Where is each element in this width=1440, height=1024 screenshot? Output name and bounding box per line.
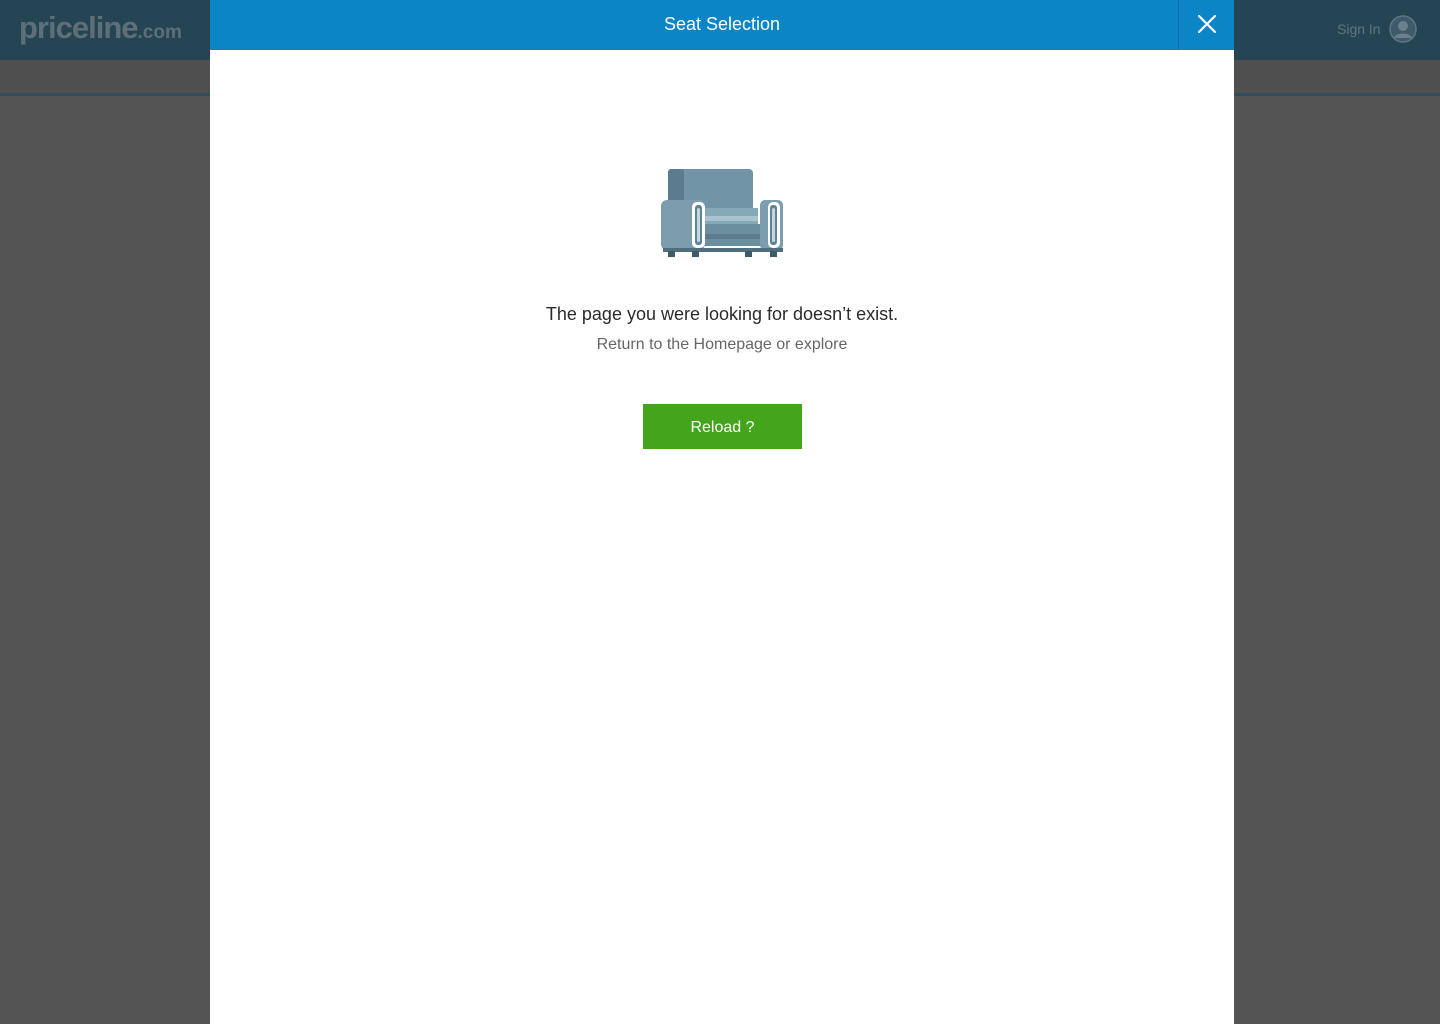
close-button[interactable] bbox=[1178, 0, 1234, 50]
error-submessage: Return to the Homepage or explore bbox=[596, 336, 848, 353]
reload-button[interactable]: Reload ? bbox=[643, 404, 802, 449]
close-icon bbox=[1198, 15, 1216, 33]
user-avatar-icon[interactable] bbox=[1389, 15, 1417, 43]
armchair-icon bbox=[661, 169, 783, 257]
error-message: The page you were looking for doesn’t ex… bbox=[545, 304, 899, 324]
modal-header: Seat Selection bbox=[210, 0, 1234, 50]
sign-in-link[interactable]: Sign In bbox=[1337, 21, 1381, 37]
seat-selection-modal: Seat Selection The page you were looking… bbox=[210, 0, 1234, 1024]
priceline-logo[interactable]: priceline.com bbox=[19, 10, 182, 46]
modal-title: Seat Selection bbox=[663, 14, 781, 34]
